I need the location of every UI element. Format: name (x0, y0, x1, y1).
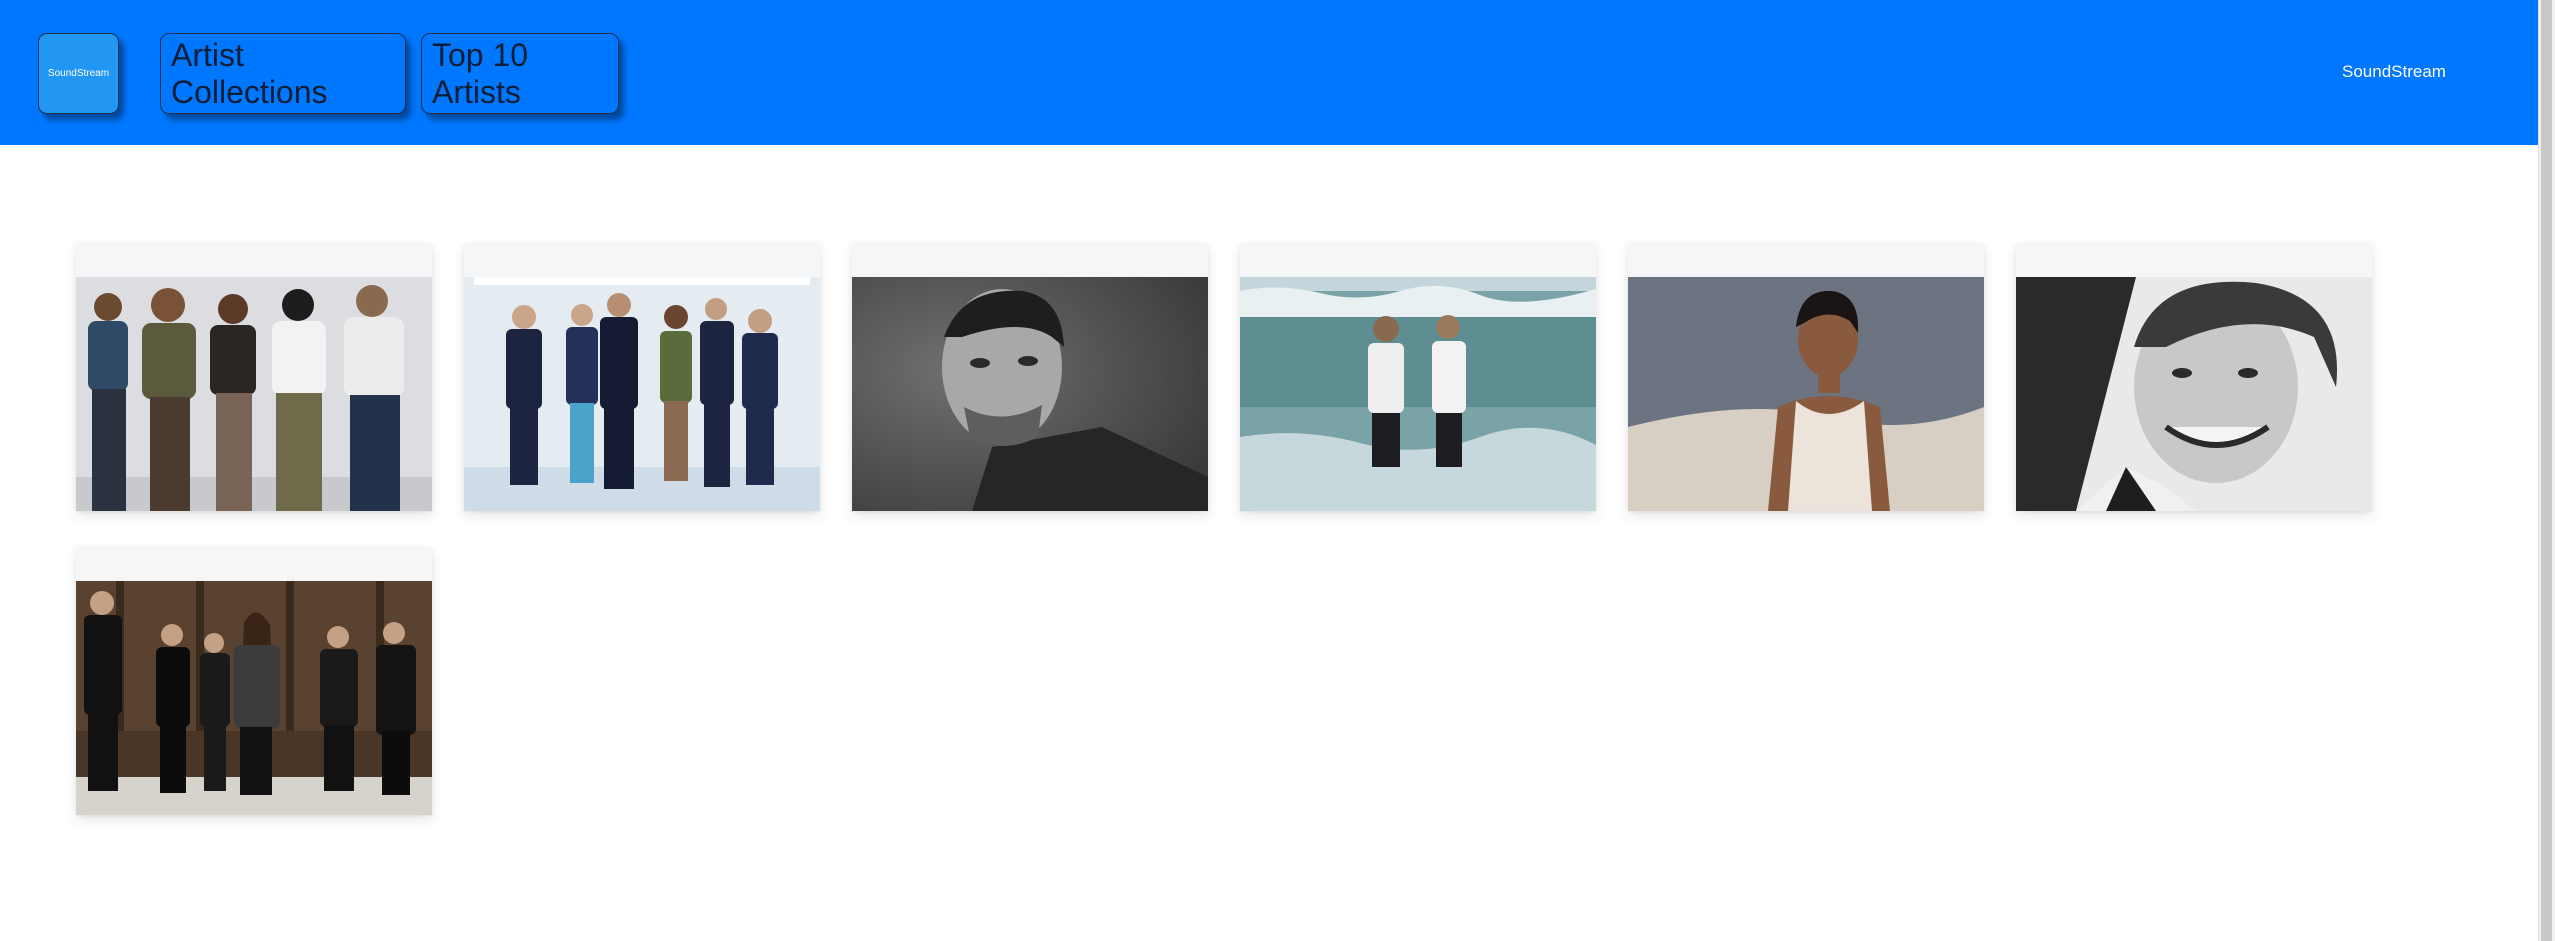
artist-photo (2016, 277, 2372, 511)
page: SoundStream Artist Collections Top 10 Ar… (0, 0, 2555, 941)
artist-photo (1628, 277, 1984, 511)
artist-photo (76, 277, 432, 511)
artist-card[interactable] (1628, 243, 1984, 511)
artist-photo (852, 277, 1208, 511)
singer-photo-image (1628, 277, 1984, 511)
band-photo-image (76, 581, 432, 815)
scrollbar-thumb[interactable] (2541, 0, 2552, 941)
artist-photo (1240, 277, 1596, 511)
vintage-portrait-photo-image (2016, 277, 2372, 511)
band-photo-image (464, 277, 820, 511)
artist-card-grid (0, 0, 2538, 941)
artist-photo (76, 581, 432, 815)
portrait-photo-image (852, 277, 1208, 511)
artist-card[interactable] (76, 243, 432, 511)
artist-card[interactable] (464, 243, 820, 511)
artist-card[interactable] (852, 243, 1208, 511)
artist-photo (464, 277, 820, 511)
artist-card[interactable] (76, 547, 432, 815)
artist-card[interactable] (2016, 243, 2372, 511)
band-photo-image (76, 277, 432, 511)
duo-ocean-photo-image (1240, 277, 1596, 511)
artist-card[interactable] (1240, 243, 1596, 511)
